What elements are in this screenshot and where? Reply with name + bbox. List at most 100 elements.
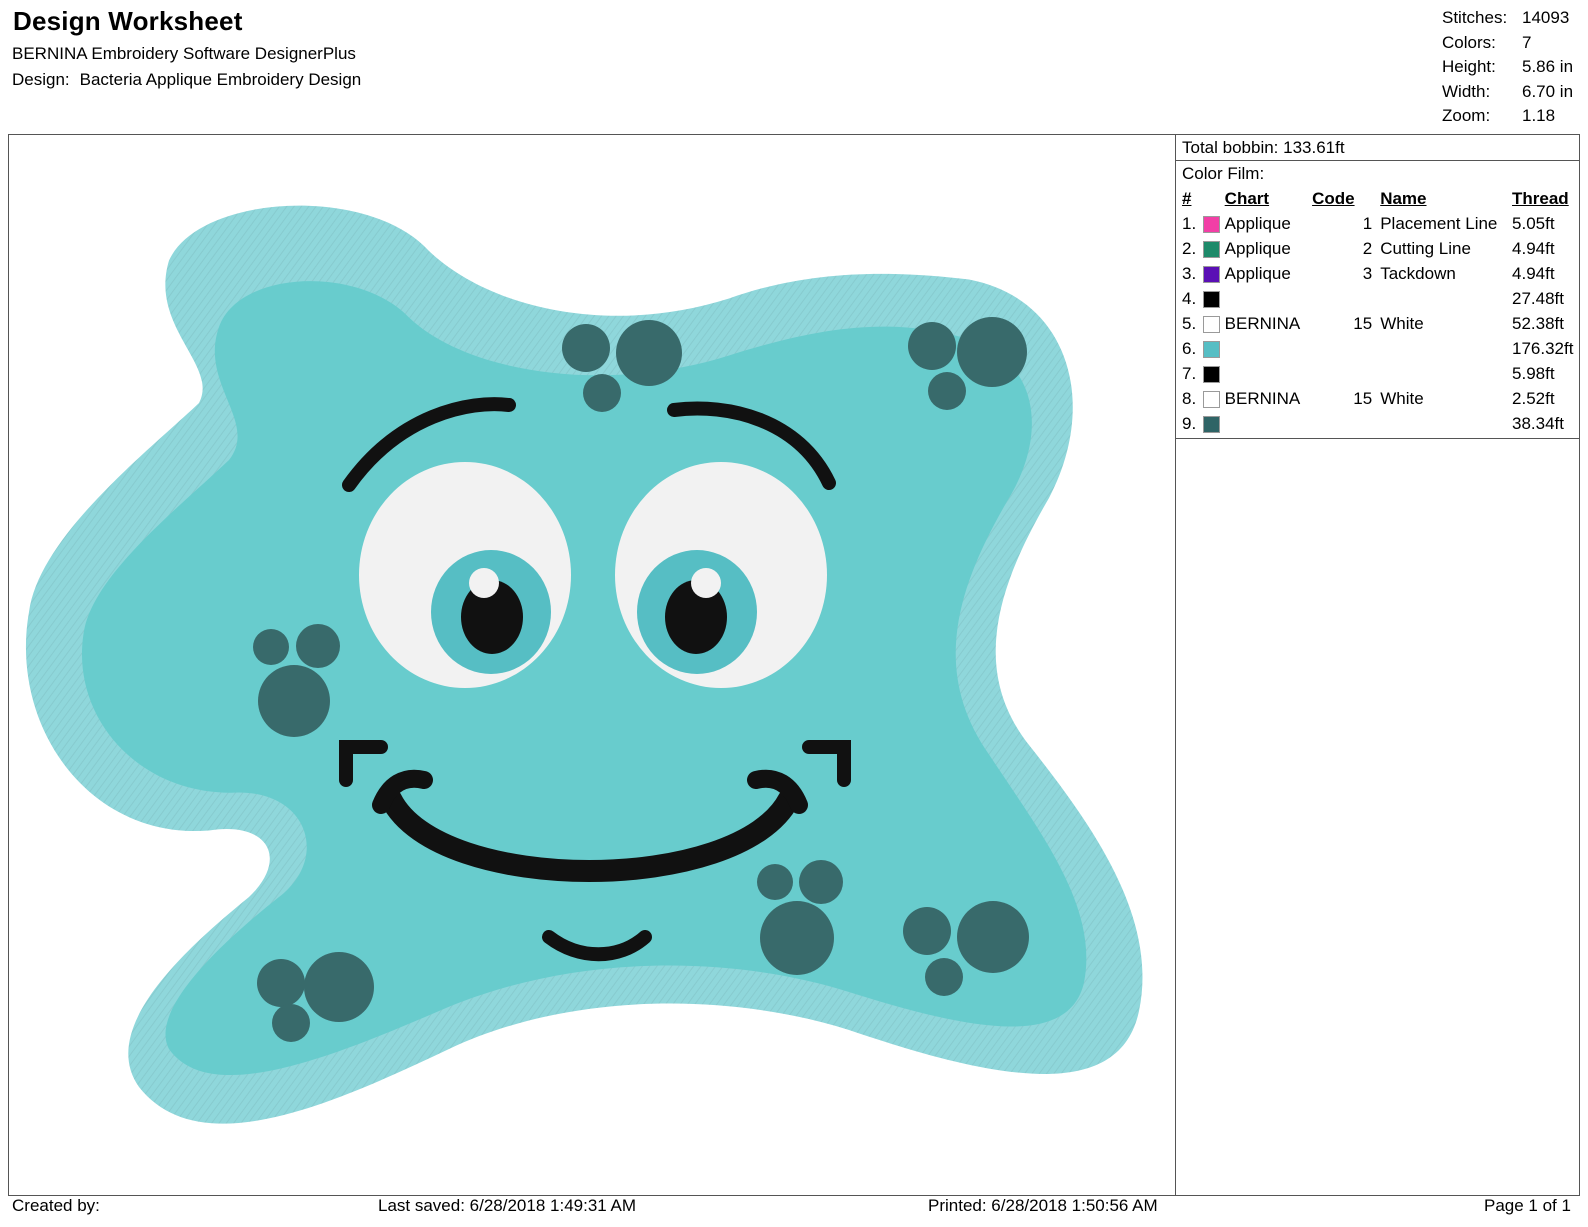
- worksheet-title: Design Worksheet: [13, 6, 243, 36]
- thread-color-swatch: [1203, 266, 1221, 284]
- color-film-header: # Chart Code Name Thread: [1182, 186, 1579, 211]
- color-film-row: 4. 27.48ft: [1182, 286, 1579, 311]
- thread-color-swatch: [1203, 291, 1221, 309]
- row-thread: 27.48ft: [1512, 289, 1565, 308]
- row-thread: 38.34ft: [1512, 414, 1565, 433]
- row-code: 3: [1362, 264, 1373, 283]
- color-swatch: [1201, 336, 1224, 361]
- thread-color-swatch: [1203, 366, 1221, 384]
- color-film-row: 5. BERNINA 15 White 52.38ft: [1182, 311, 1579, 336]
- bobbin-value: 133.61ft: [1283, 138, 1345, 157]
- row-code: 15: [1353, 314, 1373, 333]
- thread-color-swatch: [1203, 316, 1221, 334]
- created-by: Created by:: [12, 1196, 100, 1215]
- last-saved: Last saved: 6/28/2018 1:49:31 AM: [378, 1196, 637, 1215]
- design-label: Design:: [12, 70, 70, 89]
- thread-color-swatch: [1203, 241, 1221, 259]
- color-film-label: Color Film:: [1182, 164, 1265, 183]
- row-number: 6.: [1182, 339, 1197, 358]
- row-chart: BERNINA: [1224, 389, 1301, 408]
- printed-date: Printed: 6/28/2018 1:50:56 AM: [928, 1196, 1158, 1215]
- col-code: Code: [1312, 189, 1355, 208]
- bacteria-design-image: [25, 205, 1143, 1124]
- bobbin-label: Total bobbin:: [1182, 138, 1279, 157]
- row-code: 15: [1353, 389, 1373, 408]
- col-thread: Thread: [1512, 189, 1569, 208]
- row-chart: [1225, 286, 1312, 311]
- row-name: [1380, 336, 1512, 361]
- thread-color-swatch: [1203, 391, 1221, 409]
- row-number: 8.: [1182, 389, 1197, 408]
- col-swatch: [1201, 186, 1224, 211]
- row-code: [1312, 336, 1380, 361]
- row-code: [1312, 411, 1380, 436]
- col-num: #: [1182, 189, 1192, 208]
- color-swatch: [1201, 361, 1224, 386]
- row-thread: 2.52ft: [1512, 389, 1555, 408]
- row-number: 1.: [1182, 214, 1197, 233]
- page-number: Page 1 of 1: [1484, 1196, 1571, 1215]
- row-number: 9.: [1182, 414, 1197, 433]
- row-name: White: [1380, 314, 1424, 333]
- color-swatch: [1201, 286, 1224, 311]
- stitches-value: 14093: [1522, 8, 1570, 27]
- row-code: [1312, 361, 1380, 386]
- row-chart: Applique: [1224, 214, 1291, 233]
- color-swatch: [1201, 211, 1224, 236]
- color-film-row: 8. BERNINA 15 White 2.52ft: [1182, 386, 1579, 411]
- row-chart: Applique: [1224, 264, 1291, 283]
- thread-color-swatch: [1203, 341, 1221, 359]
- color-film-row: 1. Applique 1 Placement Line 5.05ft: [1182, 211, 1579, 236]
- row-number: 4.: [1182, 289, 1197, 308]
- thread-color-swatch: [1203, 216, 1221, 234]
- zoom-value: 1.18: [1522, 106, 1556, 125]
- color-film-row: 7. 5.98ft: [1182, 361, 1579, 386]
- design-stats: Stitches: 14093 Colors: 7 Height: 5.86 in W…: [1442, 8, 1588, 126]
- row-chart: [1225, 361, 1312, 386]
- height-label: Height:: [1442, 57, 1496, 76]
- row-name: Placement Line: [1380, 214, 1498, 233]
- row-name: [1380, 361, 1512, 386]
- row-number: 7.: [1182, 364, 1197, 383]
- row-code: 1: [1362, 214, 1373, 233]
- row-code: [1312, 286, 1380, 311]
- software-name: BERNINA Embroidery Software DesignerPlus: [12, 44, 356, 63]
- design-name-line: Design: Bacteria Applique Embroidery Desi…: [12, 70, 361, 90]
- row-name: Tackdown: [1380, 264, 1456, 283]
- color-film-row: 2. Applique 2 Cutting Line 4.94ft: [1182, 236, 1579, 261]
- color-film-row: 9. 38.34ft: [1182, 411, 1579, 436]
- color-film-section: Color Film: # Chart Code Name Thread 1. A…: [1176, 161, 1579, 439]
- row-number: 2.: [1182, 239, 1197, 258]
- design-name: Bacteria Applique Embroidery Design: [79, 70, 362, 89]
- stitches-label: Stitches:: [1442, 8, 1508, 27]
- height-value: 5.86 in: [1522, 57, 1574, 76]
- color-film-row: 3. Applique 3 Tackdown 4.94ft: [1182, 261, 1579, 286]
- col-name: Name: [1380, 189, 1427, 208]
- right-eye: [615, 462, 827, 688]
- row-thread: 4.94ft: [1512, 264, 1555, 283]
- colors-label: Colors:: [1442, 32, 1496, 52]
- row-name: Cutting Line: [1380, 239, 1471, 258]
- colors-value: 7: [1522, 32, 1532, 52]
- row-name: [1380, 286, 1512, 311]
- row-chart: [1225, 411, 1312, 436]
- color-swatch: [1201, 411, 1224, 436]
- color-swatch: [1201, 386, 1224, 411]
- row-chart: BERNINA: [1224, 314, 1301, 333]
- row-thread: 4.94ft: [1512, 239, 1555, 258]
- row-thread: 52.38ft: [1512, 314, 1565, 333]
- total-bobbin: Total bobbin: 133.61ft: [1176, 135, 1579, 161]
- row-thread: 5.05ft: [1512, 214, 1555, 233]
- color-film-panel: Total bobbin: 133.61ft Color Film: # Cha…: [1175, 135, 1579, 1195]
- row-name: [1380, 411, 1512, 436]
- row-thread: 5.98ft: [1512, 364, 1555, 383]
- color-swatch: [1201, 261, 1224, 286]
- col-chart: Chart: [1224, 189, 1270, 208]
- row-number: 5.: [1182, 314, 1197, 333]
- design-preview: [9, 135, 1175, 1195]
- width-value: 6.70 in: [1522, 81, 1574, 101]
- color-film-row: 6. 176.32ft: [1182, 336, 1579, 361]
- row-thread: 176.32ft: [1512, 339, 1574, 358]
- row-chart: Applique: [1224, 239, 1291, 258]
- thread-color-swatch: [1203, 416, 1221, 434]
